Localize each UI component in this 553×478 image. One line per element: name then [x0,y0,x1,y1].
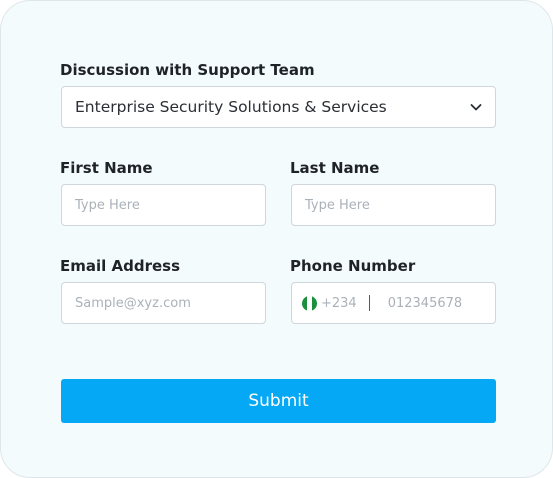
email-placeholder: Sample@xyz.com [75,295,191,311]
last-name-label: Last Name [290,159,380,177]
email-label: Email Address [60,257,181,275]
discussion-label: Discussion with Support Team [60,61,315,79]
email-field[interactable]: Sample@xyz.com [61,282,266,324]
discussion-select[interactable]: Enterprise Security Solutions & Services [61,86,496,128]
phone-placeholder: 012345678 [387,295,463,311]
nigeria-flag-icon[interactable] [302,295,317,311]
last-name-field[interactable]: Type Here [291,184,496,226]
submit-button[interactable]: Submit [61,379,496,423]
discussion-selected-value: Enterprise Security Solutions & Services [75,98,387,116]
chevron-down-icon [470,104,482,111]
first-name-label: First Name [60,159,153,177]
phone-field[interactable]: +234 012345678 [291,282,496,324]
first-name-field[interactable]: Type Here [61,184,266,226]
last-name-placeholder: Type Here [305,197,370,213]
country-code[interactable]: +234 [321,296,357,311]
support-form-card: Discussion with Support Team Enterprise … [0,0,553,478]
first-name-placeholder: Type Here [75,197,140,213]
phone-label: Phone Number [290,257,416,275]
phone-divider [368,295,370,311]
